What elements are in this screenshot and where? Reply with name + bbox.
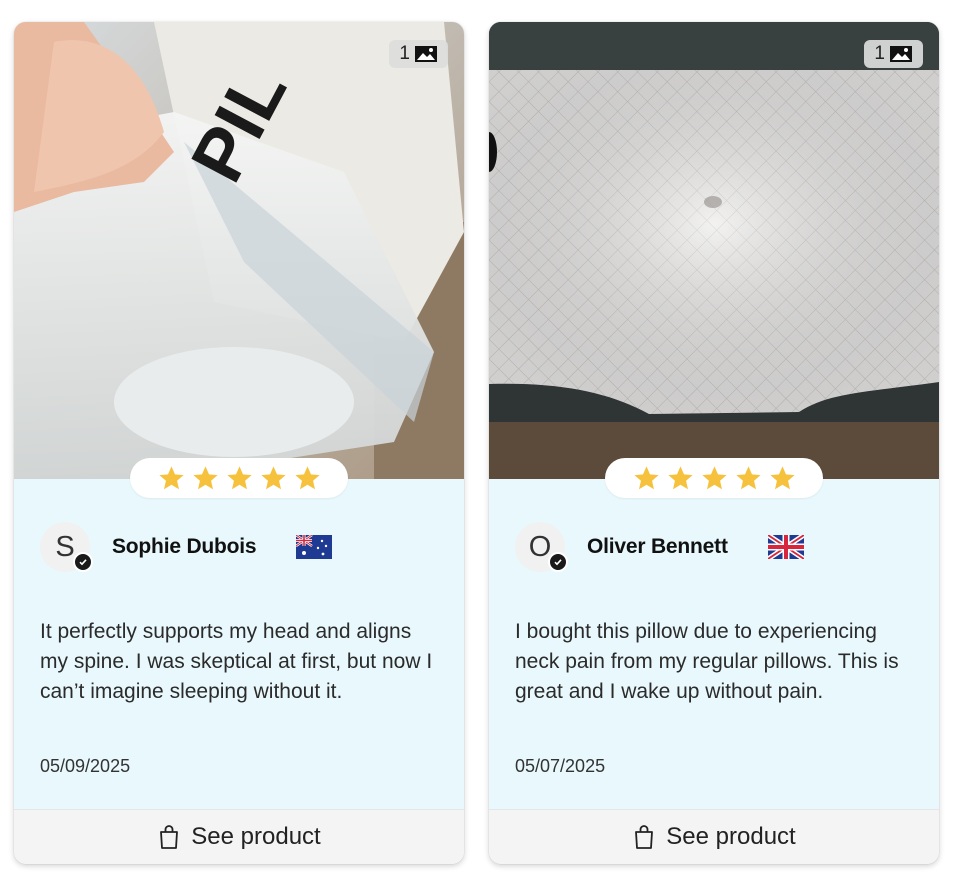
- star-icon: [158, 465, 184, 489]
- see-product-label: See product: [666, 823, 796, 850]
- review-text: It perfectly supports my head and aligns…: [40, 620, 433, 703]
- shopping-bag-icon: [160, 825, 179, 849]
- review-author: S Sophie Dubois: [40, 522, 333, 572]
- star-icon: [769, 465, 795, 489]
- review-photo-image: PIL: [14, 22, 464, 479]
- star-rating: [130, 458, 348, 498]
- review-photo[interactable]: PIL 1: [14, 22, 464, 479]
- star-icon: [667, 465, 693, 489]
- flag-united-kingdom-icon: [767, 535, 804, 559]
- star-icon: [192, 465, 218, 489]
- image-icon: [415, 46, 437, 62]
- avatar-initial: S: [55, 530, 75, 563]
- image-count-badge: 1: [389, 40, 448, 68]
- star-icon: [260, 465, 286, 489]
- image-count: 1: [399, 43, 410, 64]
- author-name: Sophie Dubois: [112, 535, 257, 558]
- image-count: 1: [874, 43, 885, 64]
- star-icon: [226, 465, 252, 489]
- verified-check-icon: [548, 552, 568, 572]
- review-photo-image: [489, 22, 939, 479]
- review-photo[interactable]: 1: [489, 22, 939, 479]
- star-icon: [633, 465, 659, 489]
- review-card[interactable]: 1 O Oliver Bennett I bought this pillow …: [489, 22, 939, 864]
- star-icon: [294, 465, 320, 489]
- review-author: O Oliver Bennett: [515, 522, 804, 572]
- author-name: Oliver Bennett: [587, 535, 728, 558]
- image-icon: [890, 46, 912, 62]
- star-icon: [735, 465, 761, 489]
- image-count-badge: 1: [864, 40, 923, 68]
- review-card[interactable]: PIL 1 S Sophie Dubois It perfectly suppo…: [14, 22, 464, 864]
- flag-australia-icon: [296, 535, 333, 559]
- see-product-button[interactable]: See product: [489, 809, 939, 864]
- avatar: O: [515, 522, 568, 572]
- see-product-label: See product: [191, 823, 321, 850]
- star-rating: [605, 458, 823, 498]
- see-product-button[interactable]: See product: [14, 809, 464, 864]
- review-date: 05/09/2025: [40, 756, 131, 776]
- review-text: I bought this pillow due to experiencing…: [515, 620, 899, 703]
- avatar: S: [40, 522, 93, 572]
- shopping-bag-icon: [635, 825, 654, 849]
- verified-check-icon: [73, 552, 93, 572]
- review-date: 05/07/2025: [515, 756, 606, 776]
- star-icon: [701, 465, 727, 489]
- review-carousel: PIL 1 S Sophie Dubois It perfectly suppo…: [0, 0, 958, 879]
